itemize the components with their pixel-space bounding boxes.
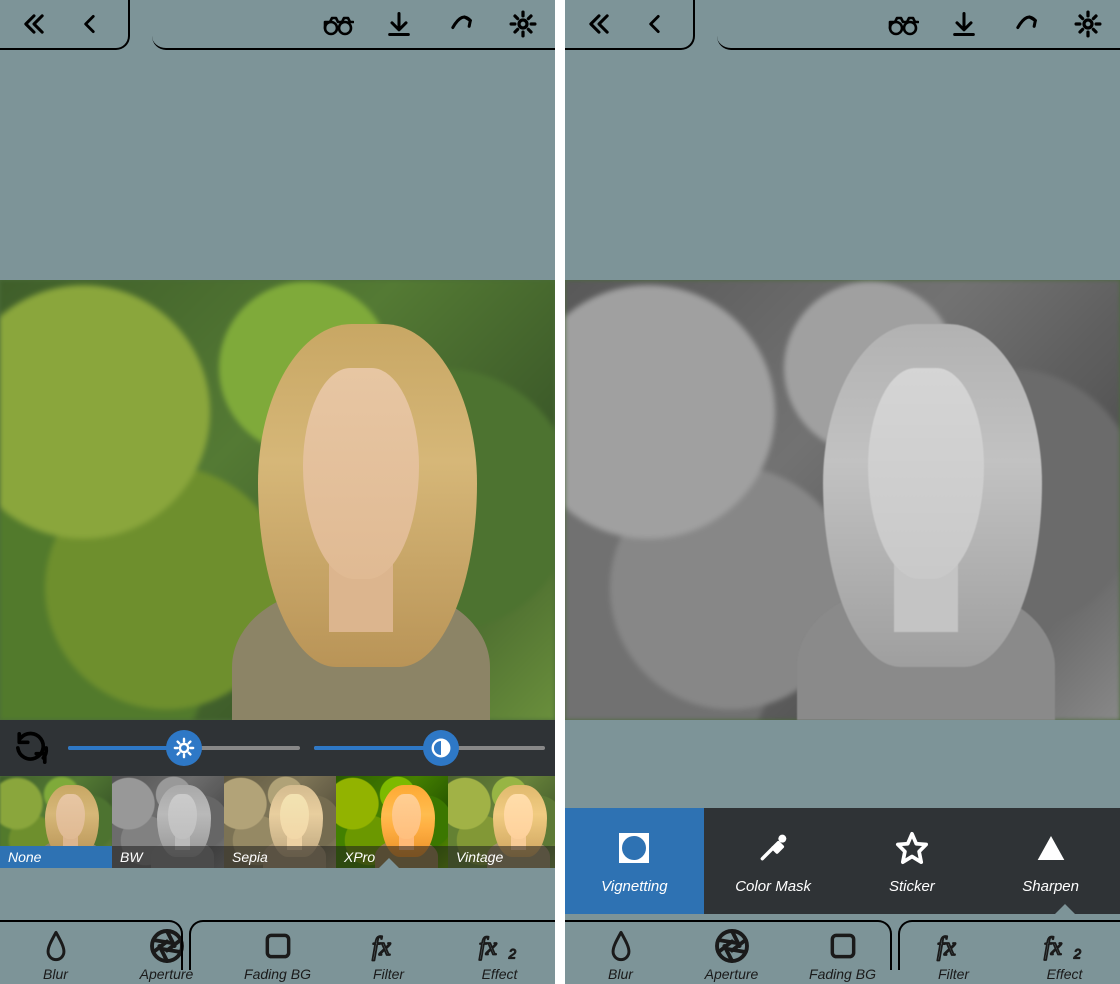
filter-label: BW: [112, 846, 224, 868]
contrast-knob[interactable]: [423, 730, 459, 766]
filter-label: Vintage: [448, 846, 555, 868]
record-button[interactable]: [876, 0, 928, 49]
triangle-icon: [1031, 828, 1071, 868]
photo-preview[interactable]: [565, 280, 1120, 720]
effect-label: Sharpen: [1022, 878, 1079, 895]
tab-pointer-icon: [379, 858, 399, 868]
brightness-slider[interactable]: [68, 746, 300, 750]
filter-thumb-none[interactable]: None: [0, 776, 112, 868]
filter-thumb-bw[interactable]: BW: [112, 776, 224, 868]
star-icon: [892, 828, 932, 868]
effect-sharpen[interactable]: Sharpen: [981, 808, 1120, 914]
record-button[interactable]: [311, 0, 363, 49]
bottom-toolbar: Blur Aperture Fading BG fx Filter fx2 Ef…: [0, 920, 555, 984]
contrast-slider[interactable]: [314, 746, 546, 750]
spacer: [565, 54, 1120, 280]
filter-thumb-sepia[interactable]: Sepia: [224, 776, 336, 868]
action-group: [152, 0, 555, 50]
effect-colormask[interactable]: Color Mask: [704, 808, 843, 914]
settings-button[interactable]: [1062, 0, 1114, 49]
eyedropper-icon: [753, 828, 793, 868]
back-all-button[interactable]: [571, 0, 627, 49]
top-bar: [565, 0, 1120, 54]
action-group: [717, 0, 1120, 50]
spacer: [565, 720, 1120, 808]
filter-label: None: [0, 846, 112, 868]
back-all-button[interactable]: [6, 0, 62, 49]
phone-left: None BW Sepia XPro Vintage Blur Apert: [0, 0, 555, 984]
effect-submenu: Vignetting Color Mask Sticker Sharpen: [565, 808, 1120, 914]
share-button[interactable]: [435, 0, 487, 49]
filter-thumb-xpro[interactable]: XPro: [336, 776, 448, 868]
nav-group: [0, 0, 130, 50]
filter-label: Sepia: [224, 846, 336, 868]
back-button[interactable]: [627, 0, 683, 49]
back-button[interactable]: [62, 0, 118, 49]
adjustment-bar: [0, 720, 555, 776]
vignette-icon: [614, 828, 654, 868]
reset-button[interactable]: [10, 726, 54, 770]
phone-right: Vignetting Color Mask Sticker Sharpen: [565, 0, 1120, 984]
spacer: [0, 54, 555, 280]
effect-sticker[interactable]: Sticker: [843, 808, 982, 914]
effect-vignetting[interactable]: Vignetting: [565, 808, 704, 914]
tab-pointer-icon: [1055, 904, 1075, 914]
effect-label: Sticker: [889, 878, 935, 895]
share-button[interactable]: [1000, 0, 1052, 49]
download-button[interactable]: [373, 0, 425, 49]
top-bar: [0, 0, 555, 54]
nav-group: [565, 0, 695, 50]
filter-thumb-row: None BW Sepia XPro Vintage: [0, 776, 555, 868]
bottom-toolbar: Blur Aperture Fading BG fx Filter fx2 Ef…: [565, 920, 1120, 984]
effect-label: Color Mask: [735, 878, 811, 895]
effect-label: Vignetting: [601, 878, 667, 895]
brightness-knob[interactable]: [166, 730, 202, 766]
download-button[interactable]: [938, 0, 990, 49]
settings-button[interactable]: [497, 0, 549, 49]
filter-thumb-vintage[interactable]: Vintage: [448, 776, 555, 868]
photo-preview[interactable]: [0, 280, 555, 720]
